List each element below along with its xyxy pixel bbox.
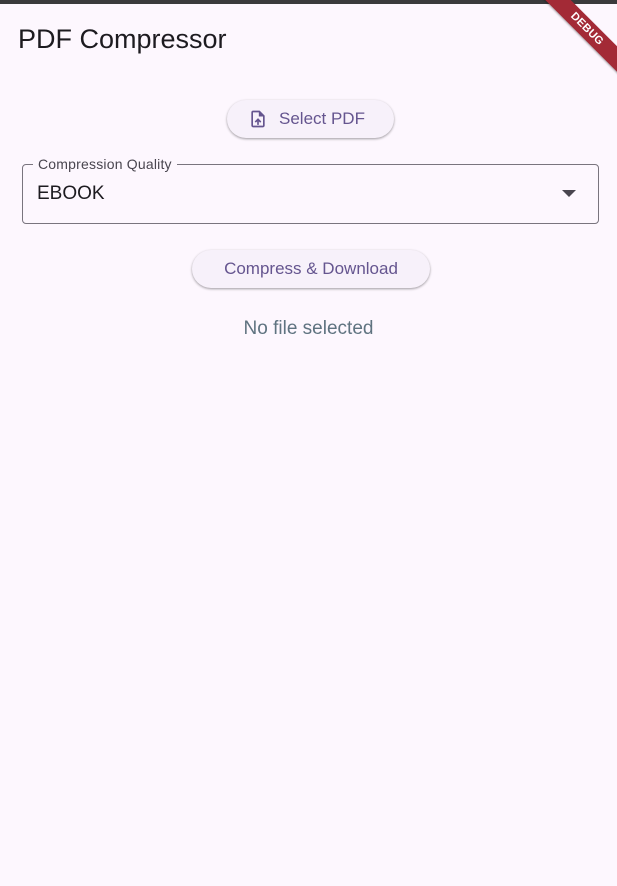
- file-upload-icon: [248, 109, 268, 129]
- compress-download-button[interactable]: Compress & Download: [192, 250, 430, 288]
- compression-quality-dropdown[interactable]: Compression Quality EBOOK: [22, 156, 599, 224]
- status-message: No file selected: [243, 318, 374, 339]
- compress-download-label: Compress & Download: [224, 259, 398, 278]
- page-title: PDF Compressor: [18, 24, 227, 54]
- app-bar: PDF Compressor: [0, 4, 617, 72]
- compression-quality-label: Compression Quality: [33, 156, 177, 172]
- compression-quality-value: EBOOK: [37, 183, 105, 204]
- select-pdf-button[interactable]: Select PDF: [227, 100, 394, 138]
- dropdown-arrow-icon[interactable]: [562, 190, 576, 197]
- select-pdf-label: Select PDF: [279, 109, 365, 128]
